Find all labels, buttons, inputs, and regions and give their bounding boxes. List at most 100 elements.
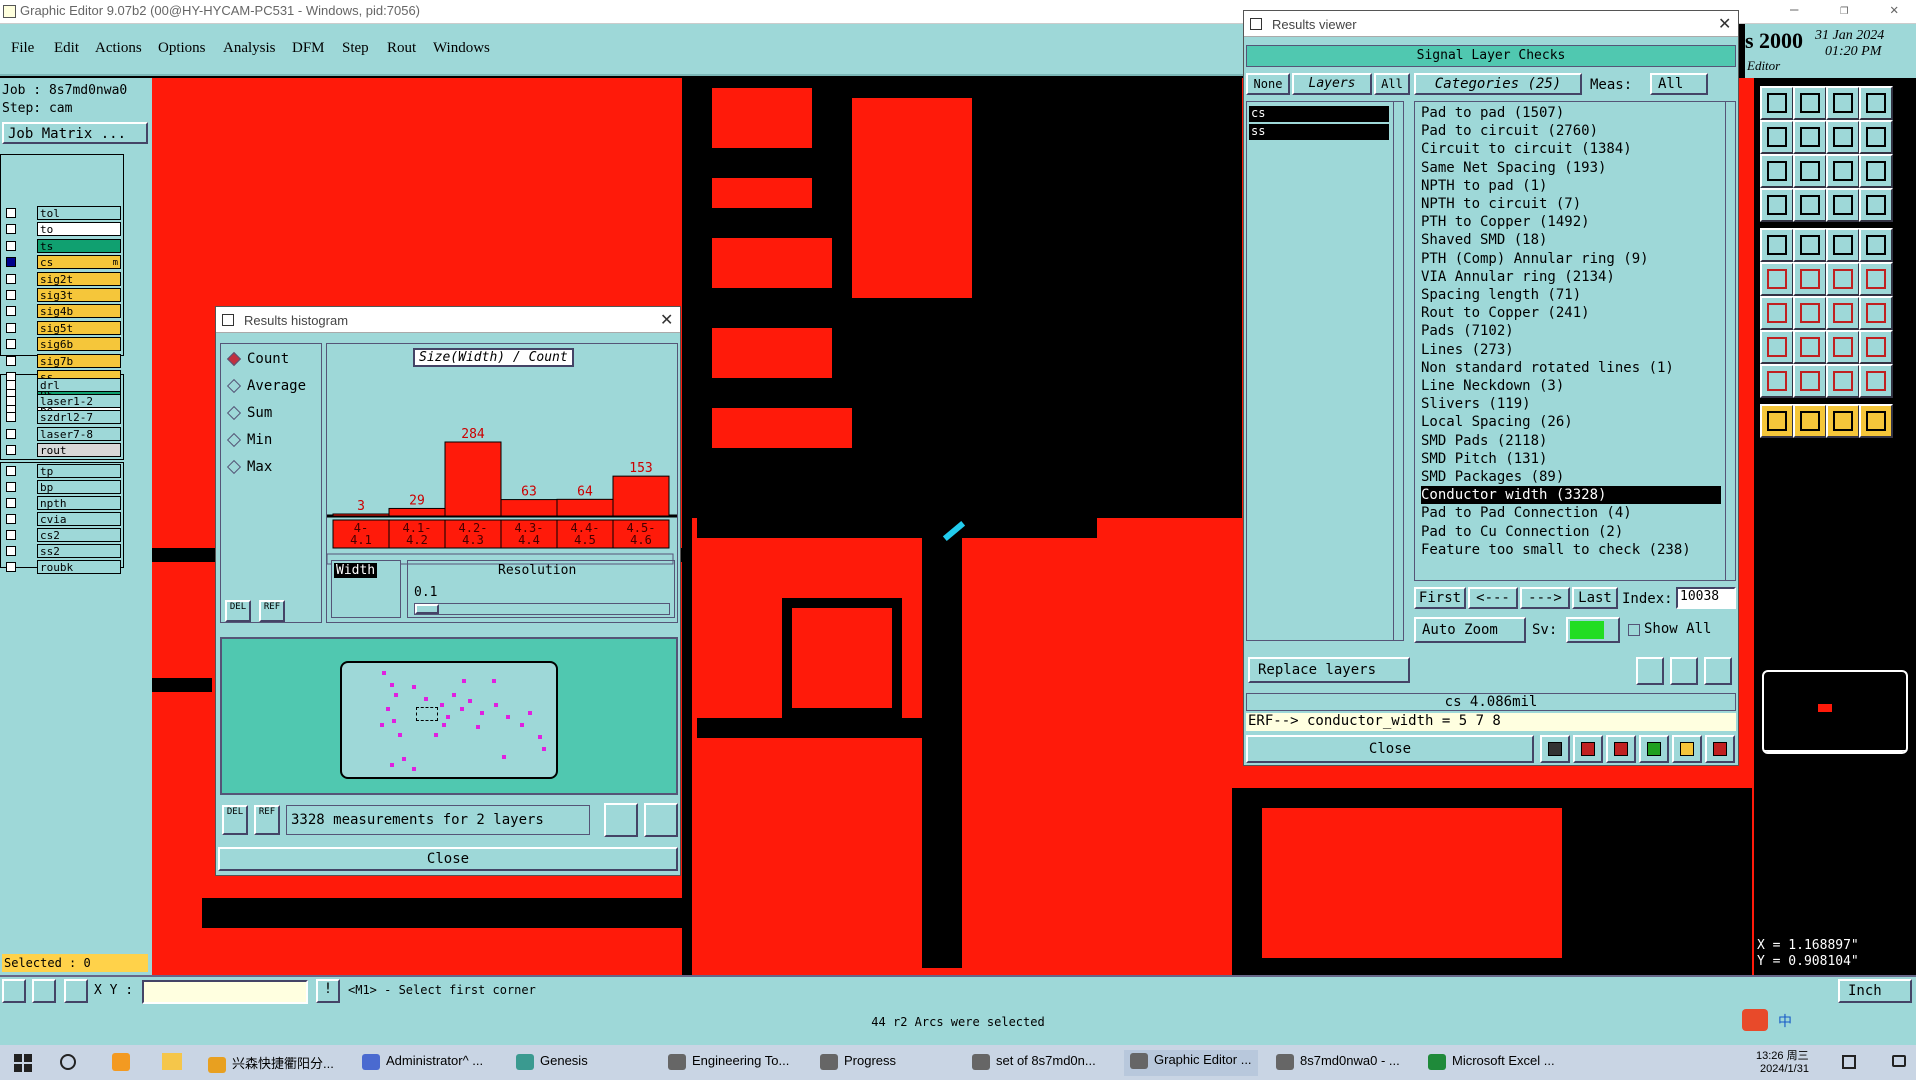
taskbar-item[interactable]: Microsoft Excel ... [1428, 1053, 1555, 1070]
layer-checkbox[interactable] [6, 208, 16, 218]
layer-row[interactable]: drl [2, 378, 121, 392]
category-item[interactable]: Same Net Spacing (193) [1421, 159, 1721, 177]
category-item[interactable]: Pads (7102) [1421, 322, 1721, 340]
tool-erase-icon[interactable] [1793, 228, 1827, 262]
tool-mirror-icon[interactable] [1793, 120, 1827, 154]
menu-rout[interactable]: Rout [387, 40, 416, 57]
layer-checkbox[interactable] [6, 428, 16, 439]
replace-layers-dropdown[interactable]: Replace layers [1248, 657, 1410, 683]
results-ref-icon[interactable] [1670, 657, 1698, 685]
layer-row[interactable]: npth [2, 496, 121, 510]
menu-edit[interactable]: Edit [54, 40, 79, 57]
menu-dfm[interactable]: DFM [292, 40, 325, 57]
layer-row[interactable]: cs m [2, 255, 121, 270]
layer-row[interactable]: sig2t [2, 271, 121, 286]
layer-checkbox[interactable] [6, 498, 16, 508]
tool-poly-icon[interactable] [1793, 364, 1827, 398]
warning-icon[interactable] [1540, 735, 1570, 763]
category-item[interactable]: VIA Annular ring (2134) [1421, 268, 1721, 286]
save-report-icon[interactable] [1573, 735, 1603, 763]
menu-analysis[interactable]: Analysis [223, 40, 276, 57]
tool-trace-icon[interactable] [1859, 296, 1893, 330]
tool-select-icon[interactable] [1760, 404, 1794, 438]
sv-color-dropdown[interactable] [1566, 617, 1620, 643]
layer-row[interactable]: sig5t [2, 320, 121, 335]
layer-row[interactable]: sig7b [2, 353, 121, 368]
tool-arc-icon[interactable] [1826, 262, 1860, 296]
results-del-icon[interactable] [1636, 657, 1664, 685]
layer-checkbox[interactable] [6, 322, 16, 333]
layer-row[interactable]: laser7-8 [2, 426, 121, 441]
layer-row[interactable]: sig6b [2, 337, 121, 352]
histogram-bar[interactable] [612, 475, 670, 517]
category-item[interactable]: Slivers (119) [1421, 395, 1721, 413]
layers-header[interactable]: Layers [1292, 73, 1372, 95]
layer-checkbox[interactable] [6, 339, 16, 350]
layer-row[interactable]: ss2 [2, 544, 121, 558]
layer-checkbox[interactable] [6, 466, 16, 476]
results-close-button[interactable]: Close [1246, 735, 1534, 763]
option-min-radio[interactable]: Min [226, 431, 319, 451]
notes-icon[interactable] [1672, 735, 1702, 763]
board-outline[interactable] [340, 661, 558, 779]
category-item[interactable]: Pad to pad (1507) [1421, 104, 1721, 122]
grid-icon[interactable] [64, 979, 88, 1003]
category-item[interactable]: NPTH to circuit (7) [1421, 195, 1721, 213]
category-item[interactable]: SMD Packages (89) [1421, 468, 1721, 486]
overview-frame[interactable] [1762, 670, 1908, 754]
tool-triangle-icon[interactable] [1760, 364, 1794, 398]
taskbar-item[interactable]: Engineering To... [668, 1053, 789, 1070]
layers-none-button[interactable]: None [1246, 73, 1290, 95]
tool-pick-icon[interactable] [1859, 404, 1893, 438]
layer-row[interactable]: bp [2, 480, 121, 494]
taskbar-item[interactable]: set of 8s7md0n... [972, 1053, 1096, 1070]
highlight-selection-icon[interactable] [644, 803, 678, 837]
footer-ref-button[interactable]: REF [254, 805, 280, 835]
option-average-radio[interactable]: Average [226, 377, 319, 397]
tool-snapshot-icon[interactable] [1760, 228, 1794, 262]
results-undo-icon[interactable] [1704, 657, 1732, 685]
tool-shape-icon[interactable] [1859, 330, 1893, 364]
layer-row[interactable]: rout [2, 442, 121, 457]
histogram-bar[interactable] [444, 441, 502, 517]
tool-outline-icon[interactable] [1859, 364, 1893, 398]
layer-row[interactable]: sig3t [2, 288, 121, 302]
resolution-slider[interactable] [414, 603, 670, 615]
mode-icon-1[interactable] [2, 979, 26, 1003]
tool-wire-icon[interactable] [1859, 262, 1893, 296]
layer-checkbox[interactable] [6, 380, 16, 390]
first-button[interactable]: First [1414, 587, 1466, 609]
tool-hline-icon[interactable] [1793, 330, 1827, 364]
taskbar-item[interactable]: 兴森快捷衢阳分... [208, 1053, 334, 1073]
histogram-bar[interactable] [332, 513, 390, 517]
tool-scale-icon[interactable] [1826, 154, 1860, 188]
option-sum-radio[interactable]: Sum [226, 404, 319, 424]
layer-checkbox[interactable] [6, 240, 16, 251]
layer-row[interactable]: tp [2, 464, 121, 478]
category-item[interactable]: Rout to Copper (241) [1421, 304, 1721, 322]
tool-grid-icon[interactable] [1793, 188, 1827, 222]
histogram-del-button[interactable]: DEL [225, 600, 251, 622]
histogram-close-icon[interactable]: ✕ [660, 310, 673, 330]
category-item[interactable]: Local Spacing (26) [1421, 413, 1721, 431]
tool-layout-icon[interactable] [1859, 86, 1893, 120]
category-item[interactable]: PTH (Comp) Annular ring (9) [1421, 250, 1721, 268]
layer-list-item[interactable]: ss [1249, 124, 1389, 140]
show-all-checkbox[interactable] [1628, 624, 1640, 636]
last-button[interactable]: Last [1572, 587, 1618, 609]
menu-windows[interactable]: Windows [433, 40, 490, 57]
layer-row[interactable]: tol [2, 206, 121, 220]
tool-layer-icon[interactable] [1760, 188, 1794, 222]
tool-curve-icon[interactable] [1826, 296, 1860, 330]
menu-step[interactable]: Step [342, 40, 369, 57]
unit-dropdown[interactable]: Inch [1838, 979, 1912, 1003]
tool-fit-icon[interactable] [1760, 154, 1794, 188]
category-item[interactable]: Spacing length (71) [1421, 286, 1721, 304]
tool-panel-icon[interactable] [1859, 120, 1893, 154]
category-item[interactable]: Pad to circuit (2760) [1421, 122, 1721, 140]
category-item[interactable]: Circuit to circuit (1384) [1421, 140, 1721, 158]
job-matrix-button[interactable]: Job Matrix ... [2, 122, 148, 144]
layer-row[interactable]: roubk [2, 560, 121, 574]
tool-cursor-icon[interactable] [1826, 404, 1860, 438]
prev-button[interactable]: <--- [1468, 587, 1518, 609]
